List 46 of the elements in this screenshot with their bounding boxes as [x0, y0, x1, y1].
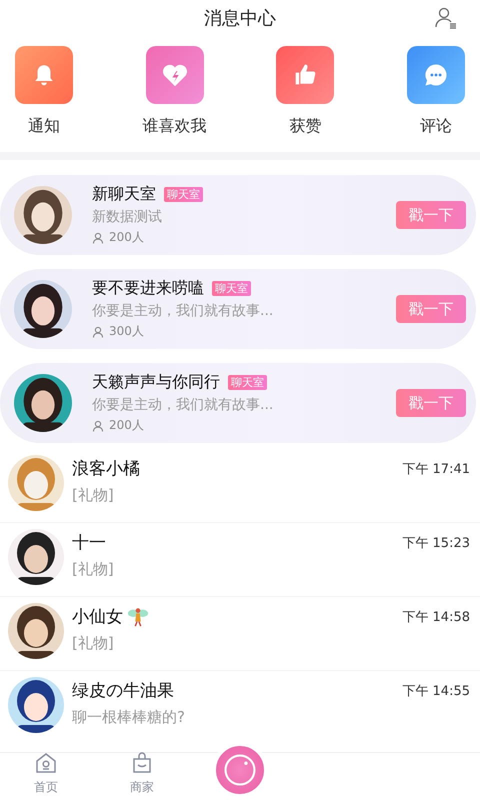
shortcut-label: 获赞 [289, 116, 322, 137]
message-time: 下午 17:41 [402, 460, 470, 478]
lens-icon [223, 753, 257, 787]
contact-name: 绿皮の牛油果 [72, 680, 174, 702]
conversation-item[interactable]: 绿皮の牛油果 下午 14:55 聊一根棒棒糖的? [0, 671, 480, 733]
message-preview: [礼物] [72, 634, 115, 653]
message-preview: [礼物] [72, 486, 115, 505]
room-description: 你要是主动，我们就有故事... [92, 302, 274, 320]
room-tag: 聊天室 [164, 187, 203, 202]
room-description: 你要是主动，我们就有故事... [92, 396, 274, 414]
room-name: 要不要进来唠嗑 [92, 278, 204, 299]
room-name: 新聊天室 [92, 184, 156, 205]
person-icon [92, 420, 104, 432]
chat-room-card[interactable]: 天籁声声与你同行 聊天室 你要是主动，我们就有故事... 200人 戳一下 [0, 363, 476, 443]
member-count: 200人 [109, 417, 144, 434]
bell-tile[interactable] [15, 46, 73, 104]
chat-room-card[interactable]: 新聊天室 聊天室 新数据测试 200人 戳一下 [0, 175, 476, 255]
shortcut-label: 评论 [420, 116, 452, 137]
contact-name: 浪客小橘 [72, 458, 140, 480]
room-tag: 聊天室 [228, 375, 267, 390]
person-icon [92, 232, 104, 244]
conversation-item[interactable]: 浪客小橘 下午 17:41 [礼物] [0, 449, 480, 523]
contacts-icon[interactable] [434, 6, 458, 30]
message-time: 下午 14:55 [402, 682, 470, 700]
message-preview: [礼物] [72, 560, 115, 579]
contact-name: 十一 [72, 532, 106, 554]
home-icon [34, 751, 58, 775]
message-time: 下午 14:58 [402, 608, 470, 626]
shortcut-label: 通知 [28, 116, 60, 137]
chat-room-card[interactable]: 要不要进来唠嗑 聊天室 你要是主动，我们就有故事... 300人 戳一下 [0, 269, 476, 349]
shortcut-label: 谁喜欢我 [142, 116, 207, 137]
page-title: 消息中心 [204, 7, 276, 30]
conversation-item[interactable]: 十一 下午 15:23 [礼物] [0, 523, 480, 597]
room-tag: 聊天室 [212, 281, 251, 296]
member-count: 300人 [109, 323, 144, 340]
contact-name: 小仙女 [72, 606, 123, 628]
heart-tile[interactable] [146, 46, 204, 104]
room-name: 天籁声声与你同行 [92, 372, 220, 393]
comment-tile[interactable] [406, 46, 465, 104]
room-description: 新数据测试 [92, 208, 163, 226]
conversation-item[interactable]: 小仙女 下午 14:58 [礼物] [0, 597, 480, 671]
message-preview: 聊一根棒棒糖的? [72, 708, 186, 727]
person-icon [92, 326, 104, 338]
message-time: 下午 15:23 [402, 534, 470, 552]
thumb-tile[interactable] [276, 46, 334, 104]
member-count: 200人 [109, 229, 144, 246]
